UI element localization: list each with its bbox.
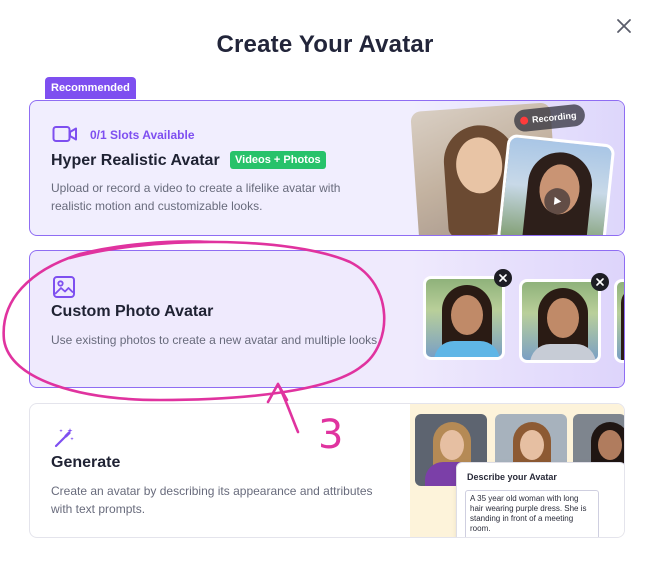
hyper-realistic-preview: Recording xyxy=(410,101,624,235)
custom-photo-description: Use existing photos to create a new avat… xyxy=(51,333,381,347)
custom-photo-preview xyxy=(410,251,624,387)
remove-photo-button[interactable] xyxy=(591,273,609,291)
describe-avatar-textarea: A 35 year old woman with long hair weari… xyxy=(465,490,599,537)
hyper-realistic-description: Upload or record a video to create a lif… xyxy=(51,181,341,213)
videos-photos-tag: Videos + Photos xyxy=(230,151,326,169)
recommended-badge: Recommended xyxy=(45,77,136,99)
photo-thumbnail xyxy=(614,279,624,363)
modal-title: Create Your Avatar xyxy=(216,31,434,58)
generate-title: Generate xyxy=(51,454,121,471)
close-icon xyxy=(596,278,604,286)
photo-thumbnail xyxy=(423,276,505,360)
record-dot-icon xyxy=(519,116,529,126)
slots-available: 0/1 Slots Available xyxy=(90,128,195,142)
video-camera-icon xyxy=(52,123,78,150)
custom-photo-title: Custom Photo Avatar xyxy=(51,303,214,320)
generate-avatar-card[interactable]: Generate Create an avatar by describing … xyxy=(29,403,625,538)
custom-photo-avatar-card[interactable]: Custom Photo Avatar Use existing photos … xyxy=(29,250,625,388)
close-icon xyxy=(499,274,507,282)
magic-wand-icon xyxy=(52,426,76,455)
remove-photo-button[interactable] xyxy=(494,269,512,287)
generate-description: Create an avatar by describing its appea… xyxy=(51,484,373,516)
describe-avatar-title: Describe your Avatar xyxy=(467,472,557,482)
image-icon xyxy=(52,275,76,304)
video-preview-photo xyxy=(496,133,616,235)
hyper-realistic-avatar-card[interactable]: 0/1 Slots Available Hyper Realistic Avat… xyxy=(29,100,625,236)
generate-preview: Describe your Avatar A 35 year old woman… xyxy=(410,404,624,537)
describe-avatar-panel: Describe your Avatar A 35 year old woman… xyxy=(456,462,624,537)
hyper-realistic-title: Hyper Realistic Avatar xyxy=(51,152,220,169)
recording-label: Recording xyxy=(531,110,577,125)
photo-thumbnail xyxy=(519,279,601,363)
